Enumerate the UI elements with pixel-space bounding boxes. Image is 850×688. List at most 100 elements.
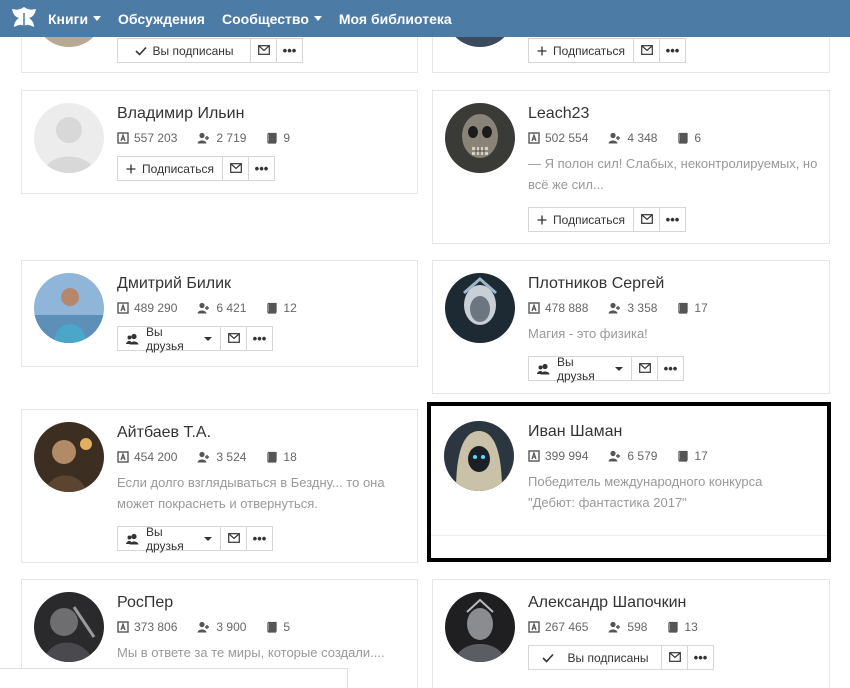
avatar[interactable] xyxy=(444,421,514,491)
views-count: 557 203 xyxy=(134,131,178,145)
subscribed-button[interactable]: Вы подписаны xyxy=(528,645,662,670)
books-count: 5 xyxy=(283,620,291,634)
views-icon xyxy=(117,302,129,314)
books-icon xyxy=(266,451,278,463)
subscribe-button[interactable]: Подписаться xyxy=(528,207,634,232)
author-card: Айтбаев Т.А. 454 200 3 524 18 Если долго… xyxy=(21,409,418,563)
friends-dropdown-button[interactable]: Вы друзья xyxy=(117,325,221,353)
author-name[interactable]: Айтбаев Т.А. xyxy=(117,422,409,444)
more-button[interactable]: ••• xyxy=(658,356,684,381)
author-card: Дмитрий Билик 489 290 6 421 12 Вы друзья… xyxy=(21,260,418,367)
nav-my-library[interactable]: Моя библиотека xyxy=(339,11,452,27)
message-button[interactable] xyxy=(251,38,277,63)
author-card: Плотников Сергей 478 888 3 358 17 Магия … xyxy=(432,260,830,394)
chevron-down-icon xyxy=(313,16,322,21)
more-button[interactable]: ••• xyxy=(660,38,686,63)
message-button[interactable] xyxy=(634,38,660,63)
message-button[interactable] xyxy=(632,356,658,381)
actions-row: Подписаться ••• xyxy=(528,207,821,232)
avatar[interactable] xyxy=(34,592,104,662)
books-stat: 9 xyxy=(266,131,290,145)
author-bio: Если долго взглядываться в Бездну... то … xyxy=(117,475,385,511)
friends-icon xyxy=(126,533,140,545)
more-button[interactable]: ••• xyxy=(247,326,273,351)
author-info: Александр Шапочкин 267 465 598 13 Вы под… xyxy=(528,592,821,670)
books-count: 18 xyxy=(283,450,297,464)
more-button[interactable]: ••• xyxy=(249,156,275,181)
mail-icon xyxy=(641,44,653,58)
message-button[interactable] xyxy=(223,156,249,181)
more-icon: ••• xyxy=(665,211,680,227)
avatar[interactable] xyxy=(34,273,104,343)
nav-my-library-label: Моя библиотека xyxy=(338,10,452,27)
message-button[interactable] xyxy=(662,645,688,670)
subscribed-button-label: Вы подписаны xyxy=(567,650,649,665)
books-icon xyxy=(677,450,689,462)
books-count: 12 xyxy=(283,301,297,315)
followers-icon xyxy=(197,132,211,144)
top-navbar: Книги Обсуждения Сообщество Моя библиоте… xyxy=(0,0,850,37)
subscribe-button[interactable]: Подписаться xyxy=(528,38,634,63)
nav-books-label: Книги xyxy=(48,10,89,27)
author-name[interactable]: Leach23 xyxy=(528,103,821,125)
nav-community-label: Сообщество xyxy=(221,10,309,27)
followers-count: 4 348 xyxy=(627,131,658,145)
more-button[interactable]: ••• xyxy=(660,207,686,232)
subscribe-button-label: Подписаться xyxy=(553,212,625,227)
books-stat: 12 xyxy=(266,301,297,315)
author-card-highlighted: Иван Шаман 399 994 6 579 17 Победитель м… xyxy=(427,402,831,562)
avatar[interactable] xyxy=(34,103,104,173)
site-logo-icon[interactable] xyxy=(0,0,48,37)
followers-stat: 2 719 xyxy=(197,131,246,145)
author-card: Владимир Ильин 557 203 2 719 9 Подписать… xyxy=(21,90,418,194)
author-stats: 489 290 6 421 12 xyxy=(117,299,409,317)
actions-row: Вы подписаны ••• xyxy=(528,645,821,670)
chevron-down-icon xyxy=(204,536,212,541)
subscribed-button[interactable]: Вы подписаны xyxy=(117,38,251,63)
books-stat: 5 xyxy=(266,620,290,634)
author-name[interactable]: Дмитрий Билик xyxy=(117,273,409,295)
avatar[interactable] xyxy=(445,103,515,173)
views-stat: 489 290 xyxy=(117,301,177,315)
followers-icon xyxy=(197,621,211,633)
mail-icon xyxy=(258,44,270,58)
books-stat: 18 xyxy=(266,450,297,464)
views-stat: 373 806 xyxy=(117,620,177,634)
more-icon: ••• xyxy=(693,649,708,665)
more-button[interactable]: ••• xyxy=(247,526,273,551)
friends-dropdown-button[interactable]: Вы друзья xyxy=(528,355,632,383)
more-button[interactable]: ••• xyxy=(277,38,303,63)
author-bio: Магия - это физика! xyxy=(528,326,648,341)
nav-community[interactable]: Сообщество xyxy=(222,11,322,27)
views-icon xyxy=(117,451,129,463)
plus-icon xyxy=(126,164,136,174)
message-button[interactable] xyxy=(221,326,247,351)
books-count: 17 xyxy=(694,449,708,463)
books-icon xyxy=(266,302,278,314)
author-stats: 454 200 3 524 18 xyxy=(117,448,409,466)
author-name[interactable]: Александр Шапочкин xyxy=(528,592,821,614)
nav-discussions[interactable]: Обсуждения xyxy=(118,11,205,27)
nav-books[interactable]: Книги xyxy=(48,10,102,27)
friends-dropdown-button[interactable]: Вы друзья xyxy=(117,525,221,553)
views-count: 267 465 xyxy=(545,620,589,634)
author-name[interactable]: Иван Шаман xyxy=(528,421,819,443)
friends-icon xyxy=(537,363,551,375)
avatar[interactable] xyxy=(34,422,104,492)
author-name[interactable]: Плотников Сергей xyxy=(528,273,821,295)
message-button[interactable] xyxy=(221,526,247,551)
actions-row: Вы подписаны ••• xyxy=(117,38,303,63)
author-info: Плотников Сергей 478 888 3 358 17 Магия … xyxy=(528,273,821,383)
subscribe-button[interactable]: Подписаться xyxy=(117,156,223,181)
avatar[interactable] xyxy=(445,273,515,343)
author-name[interactable]: РосПер xyxy=(117,592,409,614)
more-button[interactable]: ••• xyxy=(688,645,714,670)
views-stat: 502 554 xyxy=(528,131,588,145)
check-icon xyxy=(135,46,147,56)
more-icon: ••• xyxy=(254,160,269,176)
bottom-panel-edge xyxy=(0,668,348,688)
books-count: 9 xyxy=(283,131,291,145)
author-name[interactable]: Владимир Ильин xyxy=(117,103,409,125)
avatar[interactable] xyxy=(445,592,515,662)
message-button[interactable] xyxy=(634,207,660,232)
